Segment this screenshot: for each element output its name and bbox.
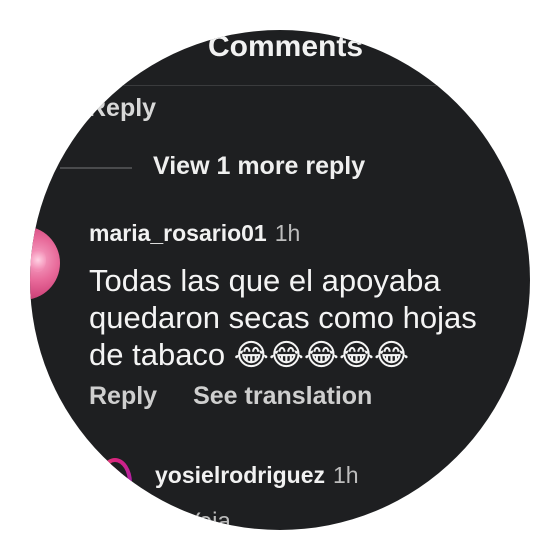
laughing-emoji-icon: 😂😂😂😂😂	[233, 338, 410, 373]
avatar[interactable]	[30, 226, 60, 300]
username-text[interactable]: yosielrodriguez	[155, 462, 325, 488]
header-divider	[30, 85, 530, 86]
comment-text-partial: Yeia	[185, 508, 231, 530]
avatar[interactable]	[98, 458, 132, 508]
comment-username[interactable]: maria_rosario01 1h	[89, 220, 300, 247]
thread-line	[60, 167, 132, 169]
comment-username[interactable]: yosielrodriguez 1h	[155, 462, 359, 489]
page-title: Comments	[208, 30, 364, 63]
reply-button[interactable]: Reply	[89, 382, 157, 410]
comment-time: 1h	[274, 220, 301, 246]
username-text[interactable]: maria_rosario01	[89, 220, 267, 246]
comment-actions: Reply See translation	[89, 382, 372, 411]
comments-screen: Comments Reply View 1 more reply maria_r…	[30, 30, 530, 530]
comment-body: Todas las que el apoyaba quedaron secas …	[89, 262, 519, 374]
comment-time: 1h	[332, 462, 359, 488]
view-more-replies-button[interactable]: View 1 more reply	[153, 152, 365, 181]
see-translation-button[interactable]: See translation	[193, 382, 372, 410]
reply-button-top[interactable]: Reply	[88, 94, 156, 123]
